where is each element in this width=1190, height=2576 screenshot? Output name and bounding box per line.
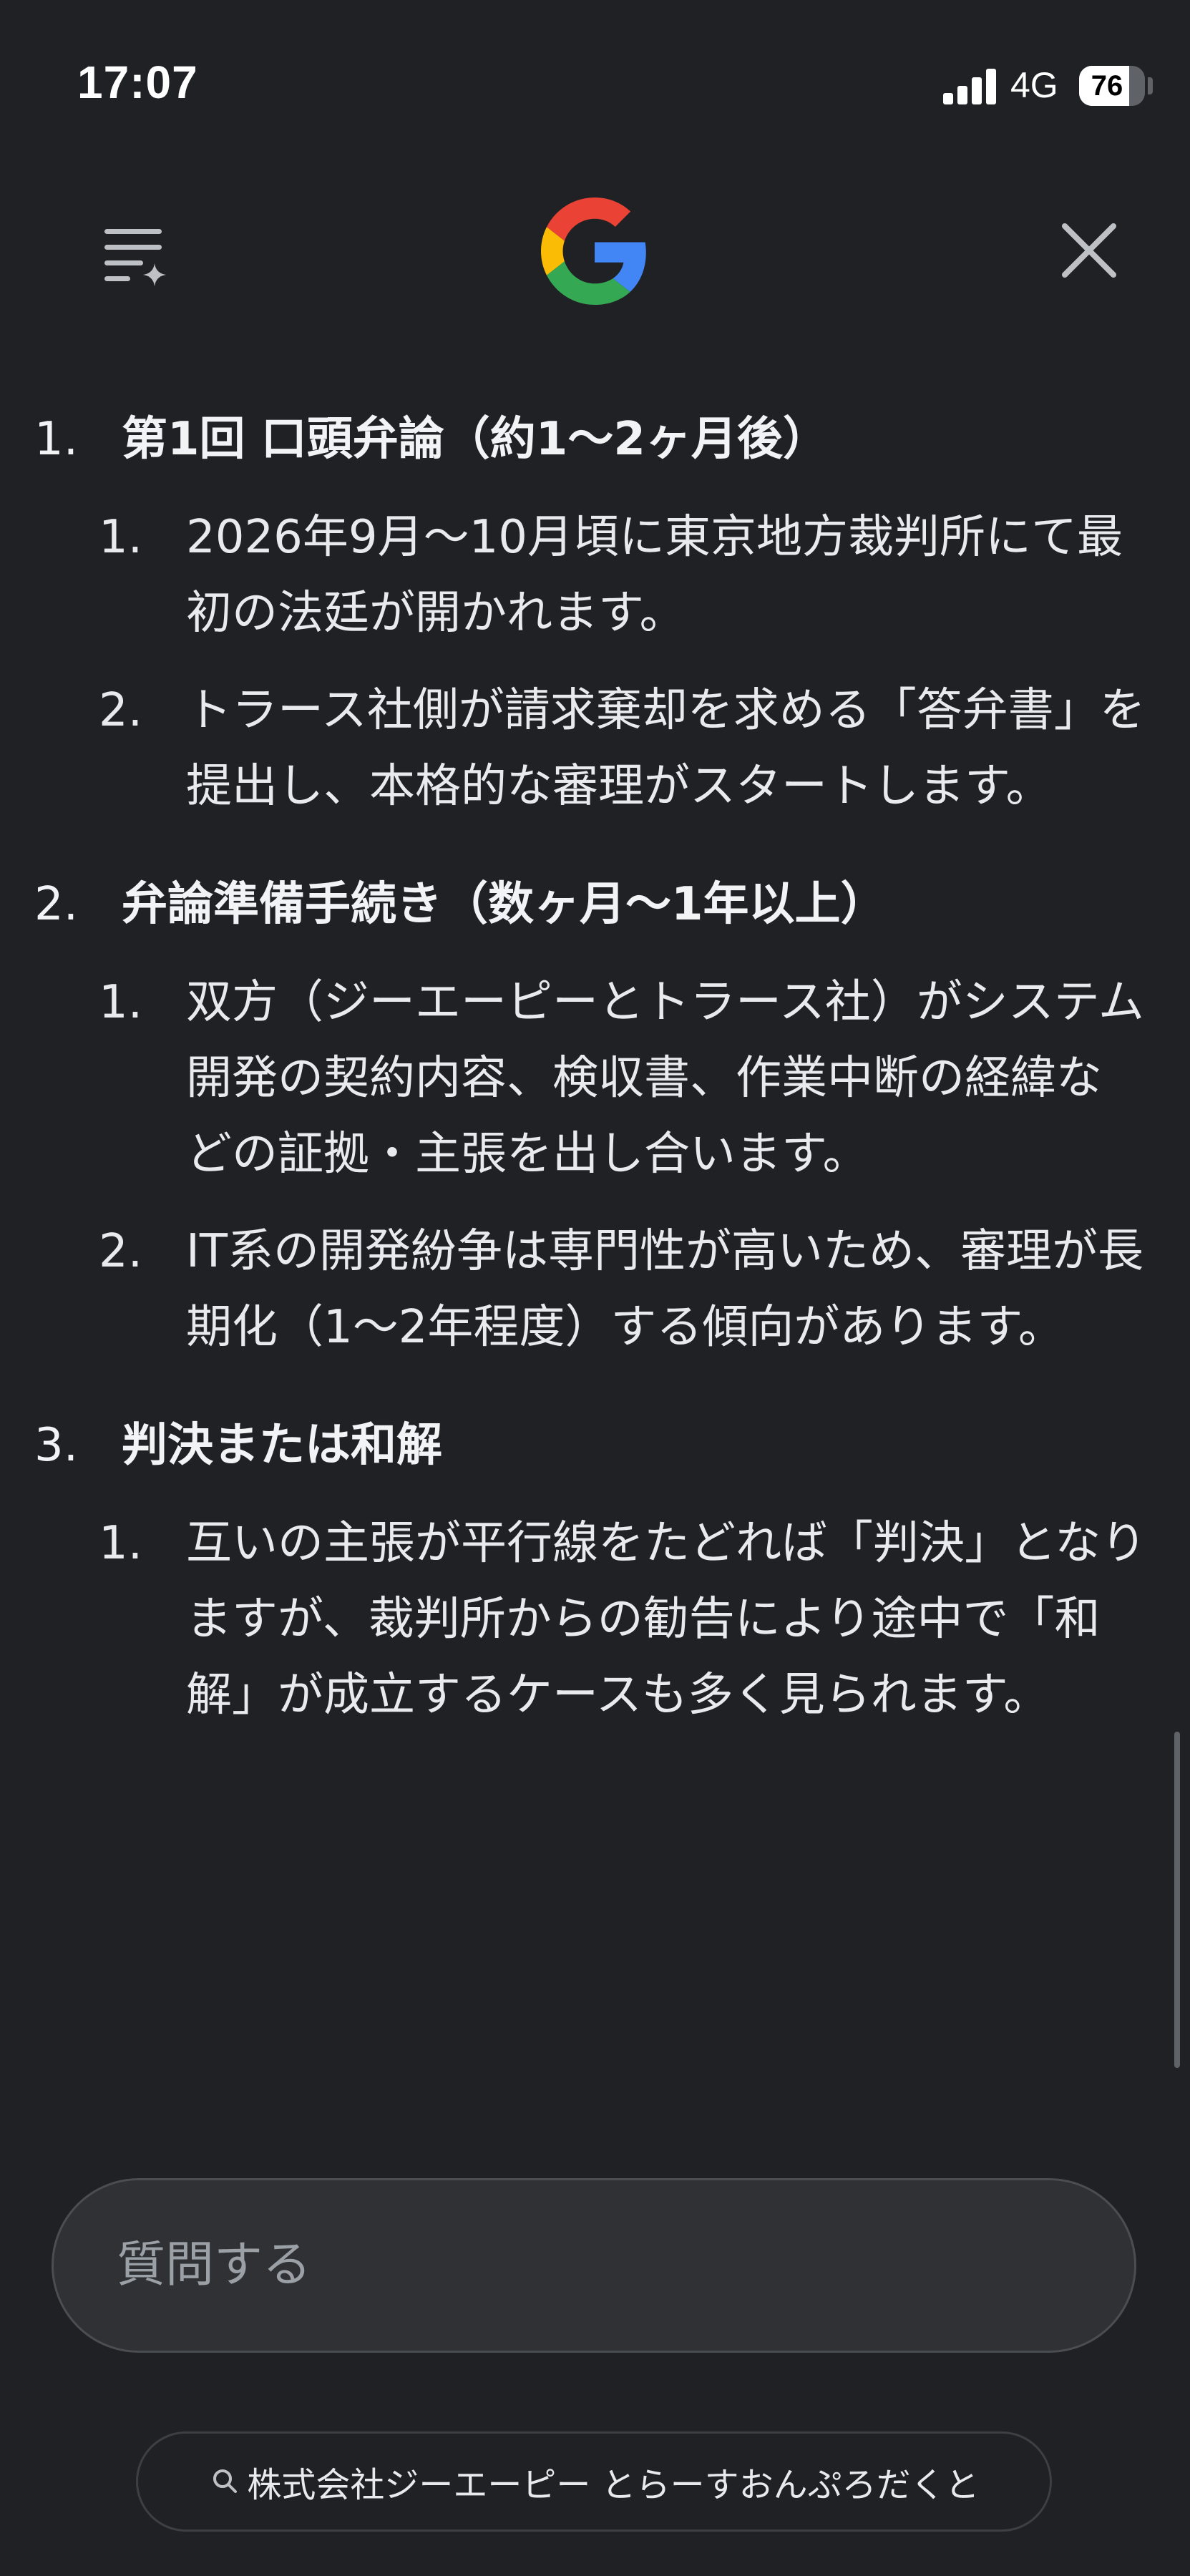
status-time: 17:07: [77, 57, 198, 108]
section-number: 1.: [34, 413, 79, 466]
item-number: 1.: [99, 1517, 143, 1570]
menu-button[interactable]: [99, 223, 177, 295]
section-heading: 2. 弁論準備手続き（数ヶ月〜1年以上）: [34, 866, 1133, 943]
item-text: IT系の開発紛争は専門性が高いため、審理が長期化（1〜2年程度）する傾向がありま…: [186, 1225, 1143, 1354]
item-number: 2.: [99, 1225, 143, 1278]
search-icon: [213, 2469, 238, 2493]
battery-icon: 76: [1079, 66, 1145, 106]
cellular-signal-icon: [943, 69, 998, 104]
list-sparkle-icon: [104, 229, 166, 286]
close-button[interactable]: [1059, 220, 1119, 280]
list-item: 1. 互いの主張が平行線をたどれば「判決」となりますが、裁判所からの勧告により途…: [99, 1506, 1147, 1733]
network-type: 4G: [1010, 65, 1058, 105]
status-bar: 17:07 4G 76: [0, 0, 1190, 165]
item-number: 1.: [99, 976, 143, 1029]
battery-level: 76: [1091, 70, 1123, 102]
section-2: 2. 弁論準備手続き（数ヶ月〜1年以上） 1. 双方（ジーエーピーとトラース社）…: [0, 866, 1190, 1365]
battery-tip: [1148, 77, 1153, 94]
item-text: トラース社側が請求棄却を求める「答弁書」を提出し、本格的な審理がスタートします。: [186, 684, 1146, 813]
ask-input[interactable]: 質問する: [52, 2178, 1136, 2353]
item-number: 2.: [99, 684, 143, 737]
section-title: 弁論準備手続き（数ヶ月〜1年以上）: [122, 878, 887, 931]
item-text: 双方（ジーエーピーとトラース社）がシステム開発の契約内容、検収書、作業中断の経緯…: [186, 976, 1144, 1181]
section-number: 2.: [34, 878, 79, 931]
list-item: 2. IT系の開発紛争は専門性が高いため、審理が長期化（1〜2年程度）する傾向が…: [99, 1214, 1147, 1365]
section-title: 判決または和解: [122, 1419, 442, 1472]
suggestion-text: 株式会社ジーエーピー とらーすおんぷろだくと: [247, 2465, 980, 2505]
section-number: 3.: [34, 1419, 79, 1472]
item-text: 2026年9月〜10月頃に東京地方裁判所にて最初の法廷が開かれます。: [186, 511, 1123, 640]
ask-placeholder: 質問する: [117, 2237, 312, 2293]
section-title: 第1回 口頭弁論（約1〜2ヶ月後）: [122, 413, 829, 466]
list-item: 2. トラース社側が請求棄却を求める「答弁書」を提出し、本格的な審理がスタートし…: [99, 673, 1147, 824]
scrollbar[interactable]: [1174, 1732, 1180, 2068]
section-heading: 1. 第1回 口頭弁論（約1〜2ヶ月後）: [34, 401, 1133, 478]
section-1: 1. 第1回 口頭弁論（約1〜2ヶ月後） 1. 2026年9月〜10月頃に東京地…: [0, 401, 1190, 824]
close-icon: [1062, 223, 1116, 278]
item-text: 互いの主張が平行線をたどれば「判決」となりますが、裁判所からの勧告により途中で「…: [186, 1517, 1147, 1722]
item-number: 1.: [99, 511, 143, 564]
section-heading: 3. 判決または和解: [34, 1407, 1133, 1484]
answer-content[interactable]: 1. 第1回 口頭弁論（約1〜2ヶ月後） 1. 2026年9月〜10月頃に東京地…: [0, 401, 1190, 2132]
list-item: 1. 双方（ジーエーピーとトラース社）がシステム開発の契約内容、検収書、作業中断…: [99, 965, 1147, 1192]
google-logo: [541, 197, 648, 305]
section-3: 3. 判決または和解 1. 互いの主張が平行線をたどれば「判決」となりますが、裁…: [0, 1407, 1190, 1733]
search-suggestion-chip[interactable]: 株式会社ジーエーピー とらーすおんぷろだくと: [136, 2431, 1052, 2532]
list-item: 1. 2026年9月〜10月頃に東京地方裁判所にて最初の法廷が開かれます。: [99, 499, 1147, 651]
